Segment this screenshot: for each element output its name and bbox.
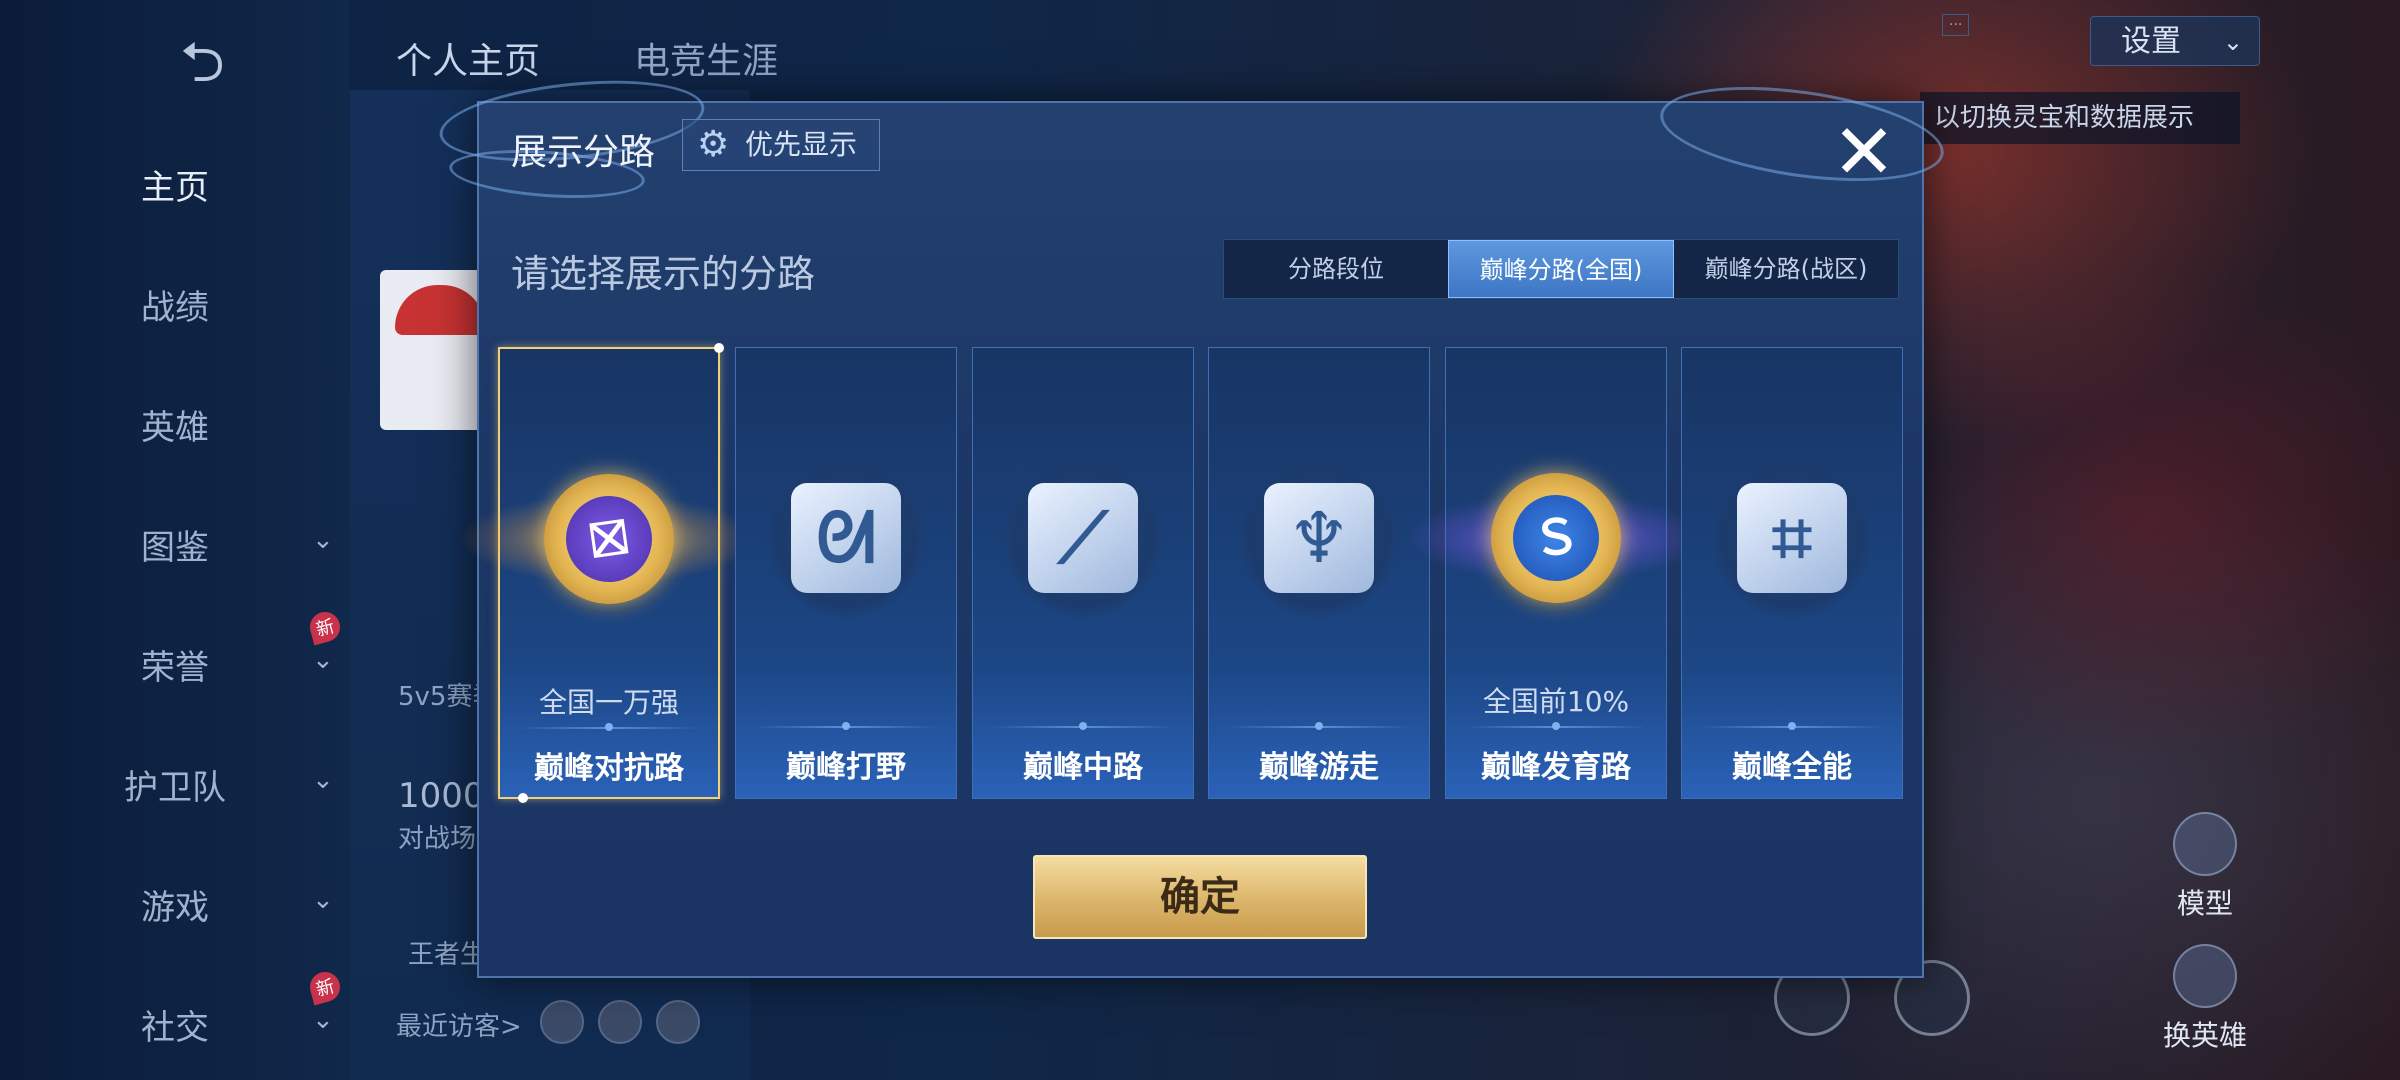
tab-personal-home[interactable]: 个人主页 (396, 32, 540, 84)
tip-text: 以切换灵宝和数据展示 (1920, 92, 2240, 144)
midlane-slash-icon: ⟋ (1003, 458, 1163, 618)
nav-item-atlas[interactable]: 图鉴 (0, 520, 350, 569)
chevron-down-icon: ⌄ (312, 645, 334, 675)
chevron-down-icon: ⌄ (312, 765, 334, 795)
topline-gold-badge-icon: ⛝ (459, 459, 759, 619)
king-label: 王者生 (408, 940, 487, 970)
card-label: 巅峰全能 (1732, 750, 1852, 785)
modal-title: 展示分路 (511, 132, 656, 173)
gear-icon: ⚙ (697, 124, 730, 165)
tab-esports-career[interactable]: 电竞生涯 (634, 32, 778, 84)
visitor-avatar[interactable] (656, 1000, 700, 1044)
show-lane-modal: 展示分路 ⚙ 优先显示 ✕ 请选择展示的分路 分路段位 巅峰分路(全国) 巅峰分… (435, 69, 1950, 978)
model-icon (2173, 812, 2237, 876)
settings-button[interactable]: 设置 ⌄ (2090, 16, 2260, 66)
model-button[interactable]: 模型 (2130, 812, 2280, 922)
roam-wings-icon: ♆ (1239, 458, 1399, 618)
selection-corner-dot (714, 343, 724, 353)
card-label: 巅峰对抗路 (534, 751, 684, 786)
nav-item-social[interactable]: 社交 (0, 1000, 350, 1049)
tab-lane-rank[interactable]: 分路段位 (1224, 240, 1448, 298)
chevron-down-icon: ⌄ (312, 885, 334, 915)
jungle-dragon-icon: ᘛ (766, 458, 926, 618)
allround-emblem-icon: ⌗ (1712, 458, 1872, 618)
battle-label: 对战场 (398, 824, 477, 854)
visitor-avatar[interactable] (540, 1000, 584, 1044)
card-label: 巅峰打野 (786, 750, 906, 785)
chevron-down-icon: ⌄ (2222, 28, 2243, 56)
visitor-avatar[interactable] (598, 1000, 642, 1044)
select-heading: 请选择展示的分路 (511, 252, 816, 296)
card-label: 巅峰发育路 (1481, 750, 1631, 785)
card-rank-text: 全国前10% (1482, 685, 1630, 718)
card-label: 巅峰游走 (1259, 750, 1379, 785)
tab-peak-lane-national[interactable]: 巅峰分路(全国) (1448, 240, 1674, 298)
switch-hero-label: 换英雄 (2162, 1019, 2247, 1052)
chevron-down-icon: ⌄ (312, 1005, 334, 1035)
left-nav: ⮌ 主页 战绩 英雄 图鉴 ⌄ 荣誉 新 ⌄ 护卫队 ⌄ 游戏 ⌄ 社交 新 ⌄ (0, 0, 350, 1080)
confirm-button[interactable]: 确定 (1033, 855, 1367, 939)
back-icon[interactable]: ⮌ (180, 22, 225, 117)
model-label: 模型 (2176, 887, 2233, 920)
chevron-down-icon: ⌄ (312, 525, 334, 555)
nav-item-guard-team[interactable]: 护卫队 (0, 760, 350, 809)
botlane-purple-badge-icon: Ｓ (1406, 458, 1706, 618)
lane-tab-group: 分路段位 巅峰分路(全国) 巅峰分路(战区) (1223, 239, 1899, 299)
lane-card-bot[interactable]: Ｓ 全国前10% 巅峰发育路 (1406, 347, 1706, 799)
priority-label: 优先显示 (745, 128, 858, 161)
card-label: 巅峰中路 (1023, 750, 1143, 785)
recent-visitors-link[interactable]: 最近访客> (396, 1006, 522, 1043)
lane-card-jungle[interactable]: ᘛ 巅峰打野 (735, 347, 957, 799)
settings-label: 设置 (2121, 24, 2181, 59)
switch-hero-button[interactable]: 换英雄 (2130, 944, 2280, 1054)
priority-display-button[interactable]: ⚙ 优先显示 (682, 119, 880, 171)
switch-hero-icon (2173, 944, 2237, 1008)
version-tag: ··· (1942, 14, 1970, 36)
card-rank-text: 全国一万强 (538, 686, 679, 719)
lane-card-roam[interactable]: ♆ 巅峰游走 (1208, 347, 1430, 799)
nav-item-honor[interactable]: 荣誉 (0, 640, 350, 689)
lane-card-mid[interactable]: ⟋ 巅峰中路 (972, 347, 1194, 799)
lane-card-allround[interactable]: ⌗ 巅峰全能 (1681, 347, 1903, 799)
nav-item-home[interactable]: 主页 (0, 160, 350, 209)
selection-corner-dot (518, 793, 528, 803)
battle-count: 1000 (398, 776, 485, 816)
tab-peak-lane-region[interactable]: 巅峰分路(战区) (1674, 240, 1898, 298)
nav-item-record[interactable]: 战绩 (0, 280, 350, 329)
nav-item-heroes[interactable]: 英雄 (0, 400, 350, 449)
close-icon[interactable]: ✕ (1829, 114, 1899, 190)
nav-item-games[interactable]: 游戏 (0, 880, 350, 929)
lane-card-top[interactable]: ⛝ 全国一万强 巅峰对抗路 (459, 343, 759, 803)
